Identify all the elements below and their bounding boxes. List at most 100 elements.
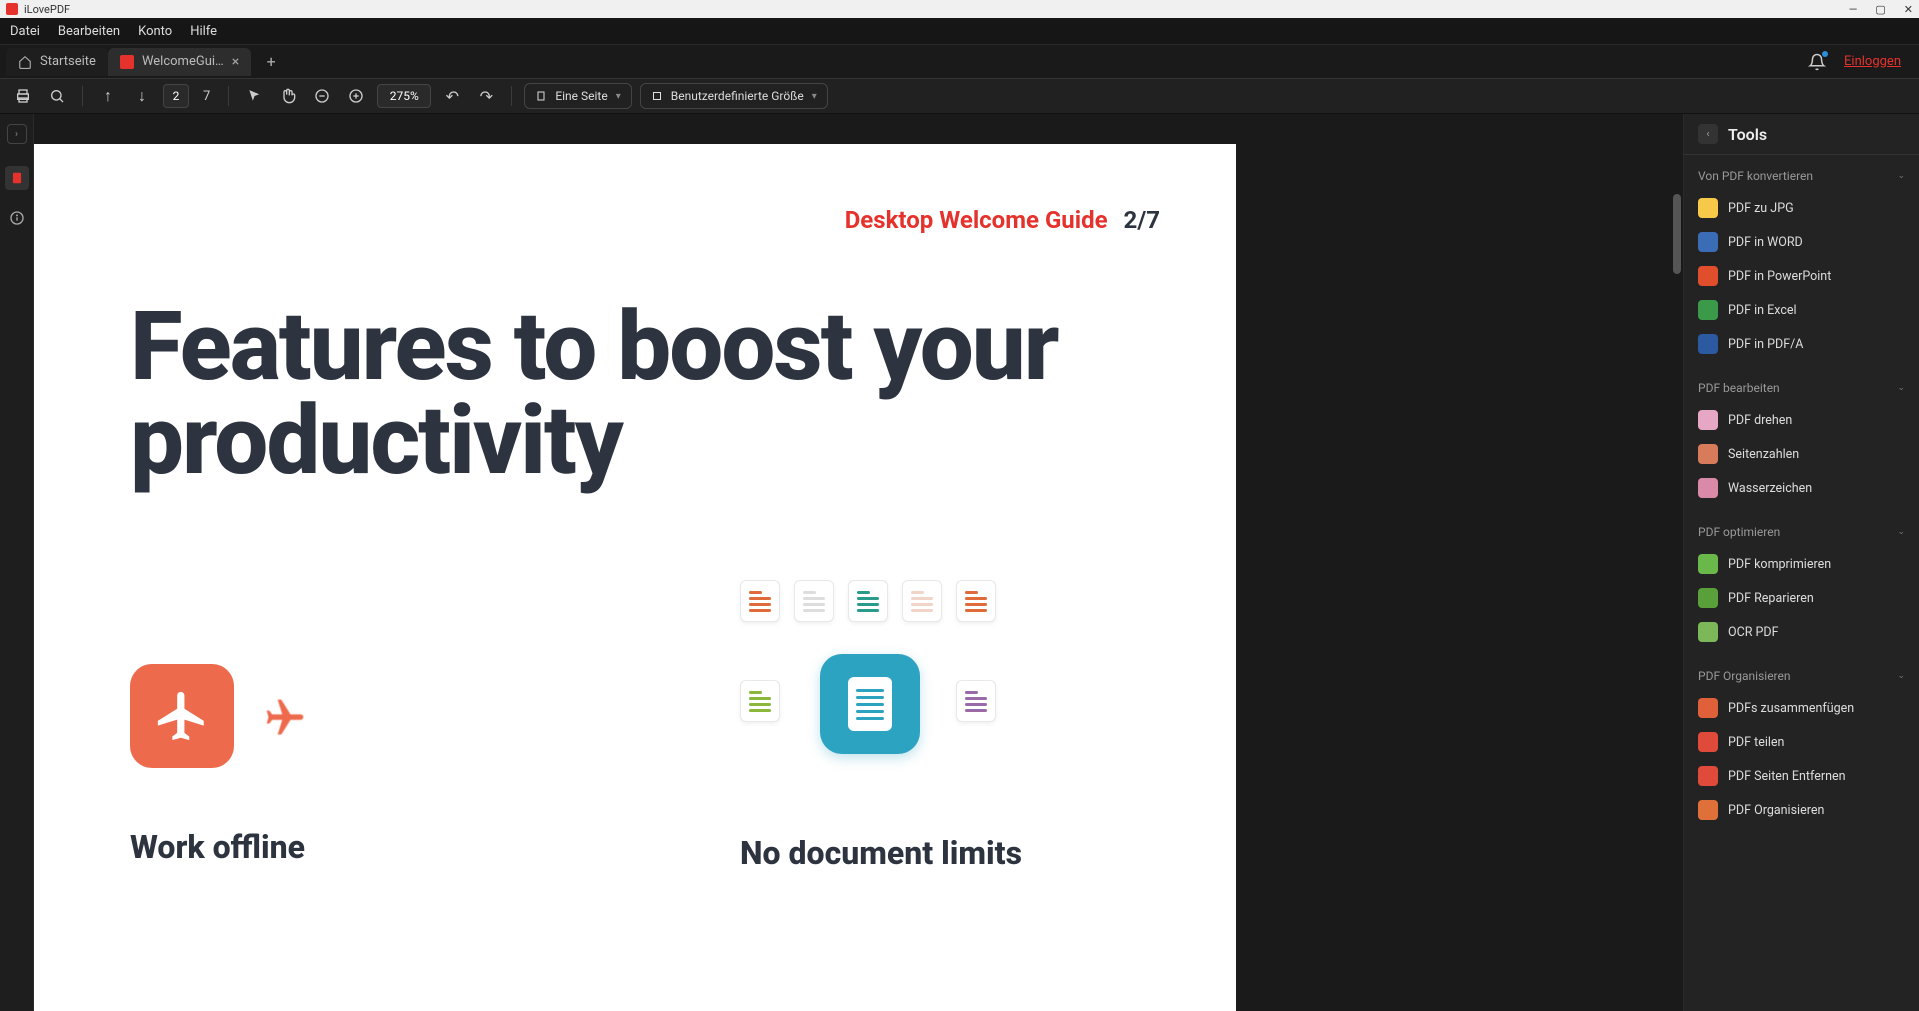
menubar: Datei Bearbeiten Konto Hilfe: [0, 18, 1919, 44]
close-window-button[interactable]: ✕: [1904, 3, 1913, 16]
tool-icon: [1698, 800, 1718, 820]
new-tab-button[interactable]: +: [259, 50, 283, 74]
document-viewport[interactable]: Desktop Welcome Guide 2/7 Features to bo…: [34, 114, 1683, 1011]
tiny-doc-icon: [794, 580, 834, 622]
rotate-left-button[interactable]: ↶: [439, 83, 465, 109]
tool-item[interactable]: PDF teilen: [1684, 725, 1919, 759]
separator: [511, 86, 512, 106]
page-size-label: Benutzerdefinierte Größe: [671, 89, 804, 103]
tool-icon: [1698, 588, 1718, 608]
tab-close-button[interactable]: ×: [232, 54, 239, 70]
tool-icon: [1698, 554, 1718, 574]
tool-icon: [1698, 444, 1718, 464]
tool-item[interactable]: Seitenzahlen: [1684, 437, 1919, 471]
collapse-panel-button[interactable]: ‹: [1698, 124, 1718, 144]
tool-item[interactable]: PDF in WORD: [1684, 225, 1919, 259]
main-area: › Desktop Welcome Guide 2/7 Features to …: [0, 114, 1919, 1011]
tiny-doc-icon: [956, 680, 996, 722]
tool-icon: [1698, 198, 1718, 218]
menu-edit[interactable]: Bearbeiten: [58, 24, 120, 39]
tool-item[interactable]: OCR PDF: [1684, 615, 1919, 649]
tool-item[interactable]: PDF Seiten Entfernen: [1684, 759, 1919, 793]
notifications-icon[interactable]: [1808, 53, 1826, 71]
menu-account[interactable]: Konto: [138, 24, 172, 39]
zoom-in-button[interactable]: [343, 83, 369, 109]
airplane-trail-icon: [250, 696, 320, 740]
info-rail-button[interactable]: [5, 206, 29, 230]
tab-home-label: Startseite: [40, 54, 96, 69]
page-size-dropdown[interactable]: Benutzerdefinierte Größe ▾: [640, 83, 828, 109]
chevron-down-icon: ⌄: [1897, 527, 1905, 537]
menu-help[interactable]: Hilfe: [190, 24, 217, 39]
documents-graphic: [740, 580, 1000, 790]
tools-section-header[interactable]: PDF optimieren⌄: [1684, 517, 1919, 547]
tool-label: PDF in PowerPoint: [1728, 269, 1831, 284]
tools-section-header[interactable]: Von PDF konvertieren ⌄: [1684, 161, 1919, 191]
feature-offline-title: Work offline: [130, 828, 340, 866]
tool-item[interactable]: PDF Organisieren: [1684, 793, 1919, 827]
tool-icon: [1698, 732, 1718, 752]
minimize-button[interactable]: —: [1849, 3, 1858, 16]
feature-offline: Work offline: [130, 634, 340, 872]
tab-document[interactable]: WelcomeGui… ×: [108, 48, 251, 76]
left-rail: ›: [0, 114, 34, 1011]
tool-item[interactable]: PDFs zusammenfügen: [1684, 691, 1919, 725]
page-number-input[interactable]: [163, 84, 189, 108]
tiny-doc-icon: [902, 580, 942, 622]
search-button[interactable]: [44, 83, 70, 109]
tool-item[interactable]: PDF in PowerPoint: [1684, 259, 1919, 293]
chevron-down-icon: ⌄: [1897, 171, 1905, 181]
menu-file[interactable]: Datei: [10, 24, 40, 39]
tool-item[interactable]: PDF Reparieren: [1684, 581, 1919, 615]
tool-icon: [1698, 478, 1718, 498]
document-scrollbar[interactable]: [1671, 114, 1683, 1011]
page-indicator: 2/7: [1124, 206, 1160, 234]
tool-label: PDFs zusammenfügen: [1728, 701, 1854, 716]
tool-label: PDF Seiten Entfernen: [1728, 769, 1846, 784]
tools-section-header[interactable]: PDF bearbeiten ⌄: [1684, 373, 1919, 403]
thumbnails-rail-button[interactable]: [5, 166, 29, 190]
tool-item[interactable]: PDF in Excel: [1684, 293, 1919, 327]
rotate-right-button[interactable]: ↷: [473, 83, 499, 109]
tools-panel: ‹ Tools Von PDF konvertieren⌄PDF zu JPGP…: [1683, 114, 1919, 1011]
tools-section-header[interactable]: PDF Organisieren⌄: [1684, 661, 1919, 691]
tiny-doc-icon: [956, 580, 996, 622]
section-title: Von PDF konvertieren: [1698, 169, 1813, 183]
page-down-button[interactable]: ↓: [129, 83, 155, 109]
zoom-out-button[interactable]: [309, 83, 335, 109]
tool-item[interactable]: PDF in PDF/A: [1684, 327, 1919, 361]
tool-icon: [1698, 300, 1718, 320]
window-controls: — ▢ ✕: [1849, 3, 1913, 16]
section-title: PDF bearbeiten: [1698, 381, 1780, 395]
tool-icon: [1698, 766, 1718, 786]
tools-panel-header: ‹ Tools: [1684, 114, 1919, 155]
tool-item[interactable]: Wasserzeichen: [1684, 471, 1919, 505]
tab-home[interactable]: Startseite: [6, 48, 108, 76]
tool-item[interactable]: PDF drehen: [1684, 403, 1919, 437]
guide-title: Desktop Welcome Guide: [845, 206, 1108, 234]
tool-item[interactable]: PDF zu JPG: [1684, 191, 1919, 225]
separator: [82, 86, 83, 106]
chevron-down-icon: ▾: [812, 91, 817, 102]
chevron-down-icon: ▾: [616, 91, 621, 102]
scrollbar-thumb[interactable]: [1673, 194, 1681, 274]
print-button[interactable]: [10, 83, 36, 109]
feature-nolimits: No document limits: [740, 634, 1022, 872]
airplane-icon: [130, 664, 234, 768]
tool-label: PDF in PDF/A: [1728, 337, 1803, 352]
tool-icon: [1698, 266, 1718, 286]
app-icon: [6, 3, 18, 15]
chevron-down-icon: ⌄: [1897, 383, 1905, 393]
page-up-button[interactable]: ↑: [95, 83, 121, 109]
tool-item[interactable]: PDF komprimieren: [1684, 547, 1919, 581]
expand-rail-button[interactable]: ›: [7, 124, 27, 144]
zoom-level-input[interactable]: 275%: [377, 84, 431, 108]
hand-tool[interactable]: [275, 83, 301, 109]
maximize-button[interactable]: ▢: [1875, 3, 1885, 16]
tiny-doc-icon: [740, 580, 780, 622]
tool-label: OCR PDF: [1728, 625, 1779, 640]
page-layout-dropdown[interactable]: Eine Seite ▾: [524, 83, 631, 109]
pointer-tool[interactable]: [241, 83, 267, 109]
tools-panel-title: Tools: [1728, 125, 1767, 144]
login-link[interactable]: Einloggen: [1844, 54, 1901, 69]
